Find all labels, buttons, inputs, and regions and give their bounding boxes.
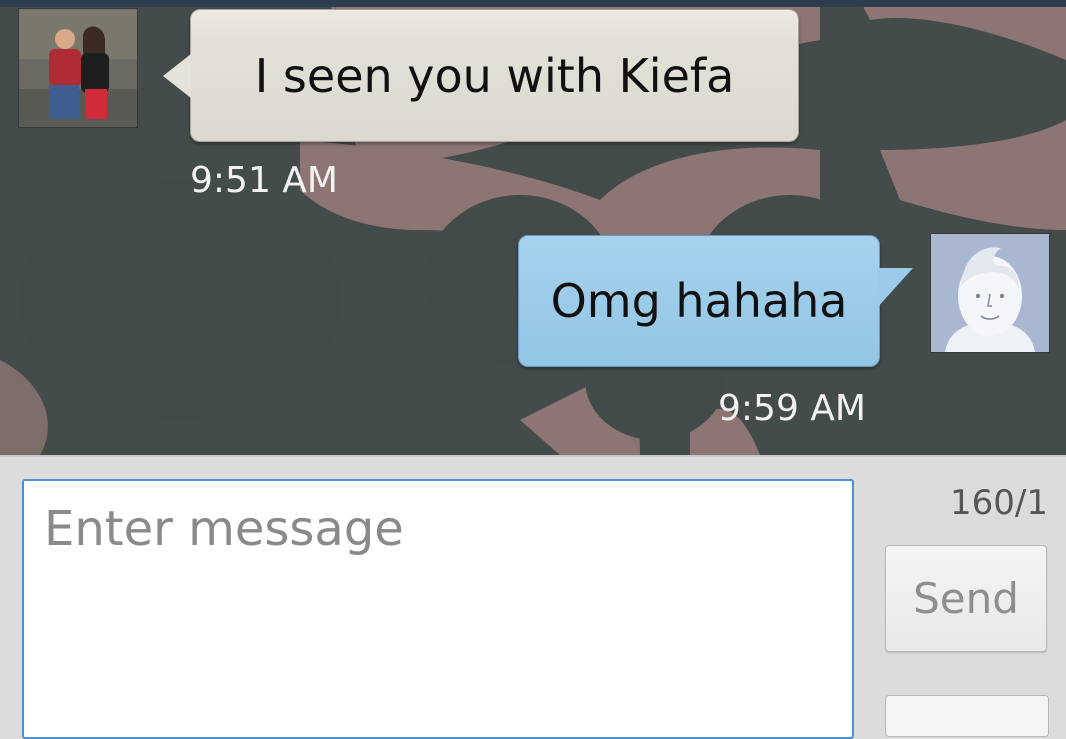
character-counter: 160/1 (950, 483, 1048, 523)
attach-button[interactable] (885, 695, 1049, 737)
status-bar-edge (0, 0, 1066, 7)
message-input[interactable] (22, 479, 854, 739)
message-timestamp: 9:59 AM (718, 388, 866, 429)
default-person-icon (931, 234, 1049, 352)
contact-photo-icon (19, 9, 137, 127)
message-text: Omg hahaha (550, 274, 848, 328)
message-timestamp: 9:51 AM (190, 160, 338, 201)
my-avatar[interactable] (931, 234, 1049, 352)
conversation-area[interactable]: I seen you with Kiefa 9:51 AM Omg hahaha… (0, 0, 1066, 455)
bubble-tail (877, 268, 913, 308)
contact-avatar[interactable] (19, 9, 137, 127)
send-button[interactable]: Send (885, 545, 1047, 652)
message-text: I seen you with Kiefa (254, 48, 735, 103)
incoming-message-bubble[interactable]: I seen you with Kiefa (163, 9, 799, 142)
compose-bar: 160/1 Send (0, 455, 1066, 739)
outgoing-message-bubble[interactable]: Omg hahaha (518, 235, 913, 367)
bubble-tail (163, 54, 191, 98)
